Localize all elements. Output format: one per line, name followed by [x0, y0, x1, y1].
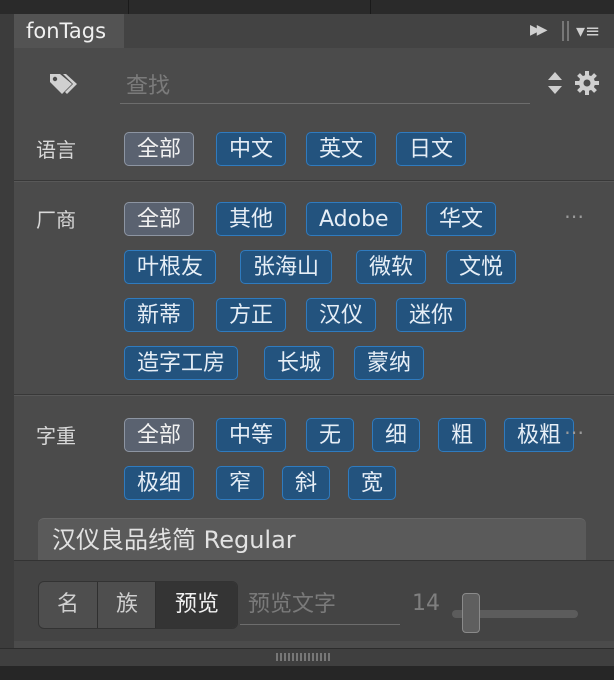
- tag-weight[interactable]: 中等: [216, 418, 287, 452]
- search-row: [14, 48, 614, 118]
- tag-icon: [50, 74, 77, 94]
- vendor-label: 厂商: [36, 208, 76, 232]
- tag-vendor[interactable]: 华文: [426, 202, 497, 236]
- search-input[interactable]: [120, 70, 530, 104]
- resize-grip-icon: [276, 653, 332, 661]
- gear-icon[interactable]: [574, 70, 600, 96]
- weight-label: 字重: [36, 424, 76, 448]
- tag-weight[interactable]: 无: [306, 418, 355, 452]
- tag-vendor[interactable]: 蒙纳: [354, 346, 425, 380]
- tag-weight[interactable]: 宽: [348, 466, 397, 500]
- tag-all[interactable]: 全部: [124, 202, 195, 236]
- section-divider: [14, 394, 614, 395]
- tag-vendor[interactable]: Adobe: [306, 202, 402, 236]
- tag-vendor[interactable]: 迷你: [396, 298, 467, 332]
- double-arrow-icon[interactable]: ▶▶: [530, 22, 547, 38]
- tag-japanese[interactable]: 日文: [396, 132, 467, 166]
- tag-vendor[interactable]: 其他: [216, 202, 287, 236]
- tag-vendor[interactable]: 汉仪: [306, 298, 377, 332]
- mode-preview-button[interactable]: 预览: [155, 582, 237, 628]
- resize-handle[interactable]: [0, 648, 614, 667]
- strip-divider: [128, 0, 129, 14]
- tag-all[interactable]: 全部: [124, 132, 195, 166]
- tag-vendor[interactable]: 文悦: [446, 250, 517, 284]
- tag-vendor[interactable]: 张海山: [240, 250, 333, 284]
- font-preview-item[interactable]: 汉仪良品线简 Regular: [38, 518, 586, 560]
- tag-vendor[interactable]: 方正: [216, 298, 287, 332]
- panel-grip-icon: [562, 21, 569, 41]
- tag-weight[interactable]: 极细: [124, 466, 195, 500]
- panel-menu-icon[interactable]: ▾≡: [576, 21, 600, 42]
- top-strip: [0, 0, 614, 14]
- language-label: 语言: [36, 138, 76, 162]
- panel-tab-fontags[interactable]: fonTags: [14, 14, 124, 48]
- fontags-panel: 语言 全部 中文 英文 日文 厂商 全部 其他 Adobe 华文 叶根友 张海山…: [14, 48, 614, 668]
- bottom-strip: [0, 666, 614, 680]
- tag-weight[interactable]: 斜: [282, 466, 331, 500]
- section-divider: [14, 180, 614, 181]
- mode-name-button[interactable]: 名: [39, 582, 97, 628]
- panel-tab-bar: fonTags ▶▶ ▾≡: [14, 14, 614, 49]
- tag-weight[interactable]: 窄: [216, 466, 265, 500]
- font-size-value: 14: [412, 591, 440, 616]
- tag-vendor[interactable]: 造字工房: [124, 346, 239, 380]
- tag-vendor[interactable]: 长城: [264, 346, 335, 380]
- sort-updown-icon[interactable]: [546, 70, 564, 96]
- strip-divider: [370, 0, 371, 14]
- vendor-more-button[interactable]: ⋯: [564, 204, 586, 228]
- tag-all[interactable]: 全部: [124, 418, 195, 452]
- weight-more-button[interactable]: ⋯: [564, 420, 586, 444]
- tag-vendor[interactable]: 叶根友: [124, 250, 217, 284]
- font-size-slider-thumb[interactable]: [462, 593, 480, 633]
- tag-weight[interactable]: 细: [372, 418, 421, 452]
- preview-text-input[interactable]: [240, 585, 400, 625]
- tag-chinese[interactable]: 中文: [216, 132, 287, 166]
- tag-vendor[interactable]: 新蒂: [124, 298, 195, 332]
- tag-vendor[interactable]: 微软: [356, 250, 427, 284]
- view-mode-segmented: 名 族 预览: [38, 581, 238, 629]
- bottom-toolbar: 名 族 预览 14: [14, 560, 614, 641]
- tag-english[interactable]: 英文: [306, 132, 377, 166]
- tag-weight[interactable]: 粗: [438, 418, 487, 452]
- mode-family-button[interactable]: 族: [97, 582, 156, 628]
